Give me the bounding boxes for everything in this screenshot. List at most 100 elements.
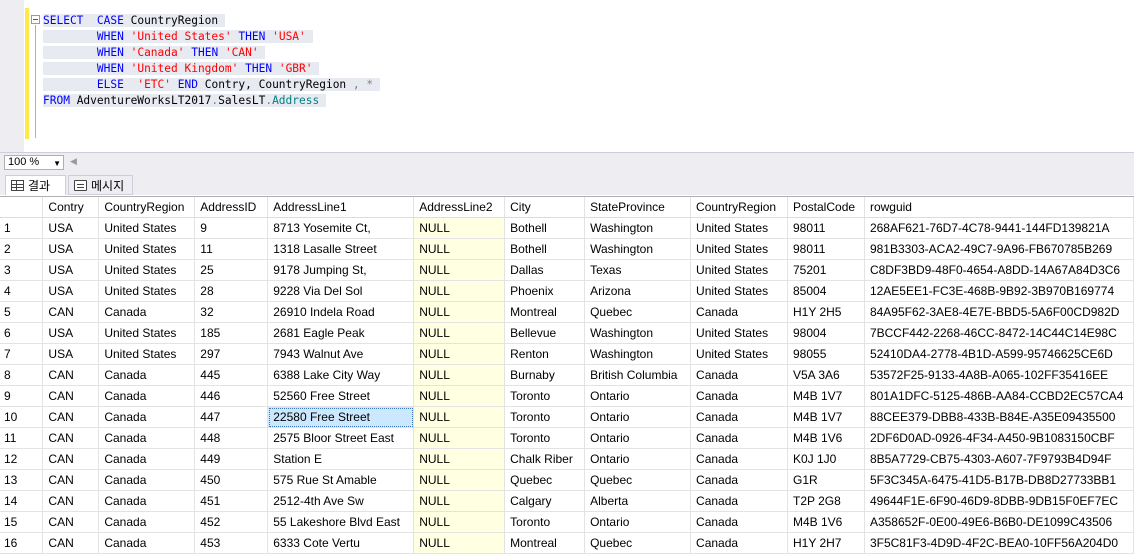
table-cell[interactable]: Quebec [584, 301, 692, 323]
table-cell[interactable]: Canada [98, 301, 196, 323]
table-cell[interactable]: NULL [413, 385, 506, 407]
table-cell[interactable]: 2512-4th Ave Sw [267, 490, 415, 512]
table-cell[interactable]: 452 [194, 511, 269, 533]
column-header[interactable]: CountryRegion [98, 197, 196, 218]
table-cell[interactable]: Toronto [504, 385, 586, 407]
code-line[interactable]: WHEN 'Canada' THEN 'CAN' [43, 45, 380, 61]
table-cell[interactable]: United States [98, 259, 196, 281]
table-cell[interactable]: NULL [413, 511, 506, 533]
code-line[interactable]: SELECT CASE CountryRegion [43, 13, 380, 29]
table-cell[interactable]: M4B 1V7 [787, 385, 865, 407]
table-cell[interactable]: Washington [584, 217, 692, 239]
table-cell[interactable]: K0J 1J0 [787, 448, 865, 470]
table-cell[interactable]: United States [98, 343, 196, 365]
table-cell[interactable]: Canada [690, 490, 788, 512]
table-cell[interactable]: 185 [194, 322, 269, 344]
table-cell[interactable]: 85004 [787, 280, 865, 302]
code-line[interactable]: FROM AdventureWorksLT2017.SalesLT.Addres… [43, 93, 380, 109]
table-cell[interactable]: Canada [690, 364, 788, 386]
table-cell[interactable]: USA [42, 259, 100, 281]
column-header[interactable]: City [504, 197, 586, 218]
table-cell[interactable]: Ontario [584, 406, 692, 428]
table-cell[interactable]: Toronto [504, 511, 586, 533]
table-cell[interactable]: CAN [42, 406, 100, 428]
table-cell[interactable]: Washington [584, 322, 692, 344]
table-cell[interactable]: Canada [98, 511, 196, 533]
table-row[interactable]: 15 CAN Canada 452 55 Lakeshore Blvd East NULL… [0, 511, 1134, 533]
table-cell[interactable]: 98011 [787, 217, 865, 239]
row-number[interactable]: 13 [0, 469, 44, 491]
table-cell[interactable]: 98004 [787, 322, 865, 344]
table-cell[interactable]: 9228 Via Del Sol [267, 280, 415, 302]
table-cell[interactable]: Dallas [504, 259, 586, 281]
table-row[interactable]: 12 CAN Canada 449 Station E NULL Chalk Riber On… [0, 448, 1134, 470]
table-row[interactable]: 3 USA United States 25 9178 Jumping St, NULL D… [0, 259, 1134, 281]
table-cell[interactable]: 9178 Jumping St, [267, 259, 415, 281]
table-cell[interactable]: 98055 [787, 343, 865, 365]
code-line[interactable]: WHEN 'United Kingdom' THEN 'GBR' [43, 61, 380, 77]
table-cell[interactable]: United States [690, 259, 788, 281]
table-cell[interactable]: CAN [42, 490, 100, 512]
table-cell[interactable]: Canada [690, 385, 788, 407]
table-row[interactable]: 5 CAN Canada 32 26910 Indela Road NULL Montrea… [0, 301, 1134, 323]
row-number[interactable]: 10 [0, 406, 44, 428]
table-cell[interactable]: NULL [413, 364, 506, 386]
table-cell[interactable]: 450 [194, 469, 269, 491]
table-cell[interactable]: NULL [413, 238, 506, 260]
table-cell[interactable]: M4B 1V6 [787, 511, 865, 533]
column-header[interactable]: StateProvince [584, 197, 692, 218]
table-cell[interactable]: Canada [690, 511, 788, 533]
table-cell[interactable]: USA [42, 343, 100, 365]
table-cell[interactable]: 297 [194, 343, 269, 365]
table-cell[interactable]: Quebec [584, 532, 692, 554]
table-cell[interactable]: CAN [42, 448, 100, 470]
row-number[interactable]: 15 [0, 511, 44, 533]
table-cell[interactable]: USA [42, 238, 100, 260]
table-cell[interactable]: NULL [413, 448, 506, 470]
table-cell[interactable]: Canada [98, 364, 196, 386]
row-number[interactable]: 6 [0, 322, 44, 344]
row-number[interactable]: 7 [0, 343, 44, 365]
table-cell[interactable]: USA [42, 217, 100, 239]
row-number[interactable]: 8 [0, 364, 44, 386]
table-cell[interactable]: 7943 Walnut Ave [267, 343, 415, 365]
table-cell[interactable]: Canada [98, 490, 196, 512]
table-cell[interactable]: Toronto [504, 406, 586, 428]
table-cell[interactable]: USA [42, 322, 100, 344]
table-cell[interactable]: Toronto [504, 427, 586, 449]
grid-corner[interactable] [0, 197, 44, 218]
table-cell[interactable]: Arizona [584, 280, 692, 302]
table-cell[interactable]: NULL [413, 427, 506, 449]
table-cell[interactable]: Canada [98, 385, 196, 407]
table-cell[interactable]: United States [690, 238, 788, 260]
table-cell[interactable]: NULL [413, 406, 506, 428]
table-cell[interactable]: 451 [194, 490, 269, 512]
table-cell[interactable]: 8713 Yosemite Ct, [267, 217, 415, 239]
table-cell[interactable]: H1Y 2H5 [787, 301, 865, 323]
table-cell[interactable]: CAN [42, 427, 100, 449]
table-cell[interactable]: M4B 1V6 [787, 427, 865, 449]
table-cell[interactable]: 3F5C81F3-4D9D-4F2C-BEA0-10FF56A204D0 [864, 532, 1134, 554]
table-cell[interactable]: 84A95F62-3AE8-4E7E-BBD5-5A6F00CD982D [864, 301, 1134, 323]
table-cell[interactable]: 6388 Lake City Way [267, 364, 415, 386]
table-row[interactable]: 6 USA United States 185 2681 Eagle Peak NULL B… [0, 322, 1134, 344]
table-cell[interactable]: United States [690, 217, 788, 239]
table-cell[interactable]: CAN [42, 364, 100, 386]
table-row[interactable]: 1 USA United States 9 8713 Yosemite Ct, NULL B… [0, 217, 1134, 239]
scroll-left-icon[interactable]: ◀ [70, 156, 77, 167]
table-cell[interactable]: C8DF3BD9-48F0-4654-A8DD-14A67A84D3C6 [864, 259, 1134, 281]
row-number[interactable]: 14 [0, 490, 44, 512]
row-number[interactable]: 4 [0, 280, 44, 302]
table-cell[interactable]: Canada [98, 406, 196, 428]
table-cell[interactable]: 32 [194, 301, 269, 323]
table-row[interactable]: 10 CAN Canada 447 22580 Free Street NULL Toron… [0, 406, 1134, 428]
row-number[interactable]: 5 [0, 301, 44, 323]
table-row[interactable]: 9 CAN Canada 446 52560 Free Street NULL Toront… [0, 385, 1134, 407]
table-cell[interactable]: Bothell [504, 238, 586, 260]
table-cell[interactable]: Renton [504, 343, 586, 365]
table-cell[interactable]: NULL [413, 343, 506, 365]
row-number[interactable]: 16 [0, 532, 44, 554]
table-cell[interactable]: 5F3C345A-6475-41D5-B17B-DB8D27733BB1 [864, 469, 1134, 491]
table-row[interactable]: 7 USA United States 297 7943 Walnut Ave NULL R… [0, 343, 1134, 365]
table-cell[interactable]: CAN [42, 385, 100, 407]
